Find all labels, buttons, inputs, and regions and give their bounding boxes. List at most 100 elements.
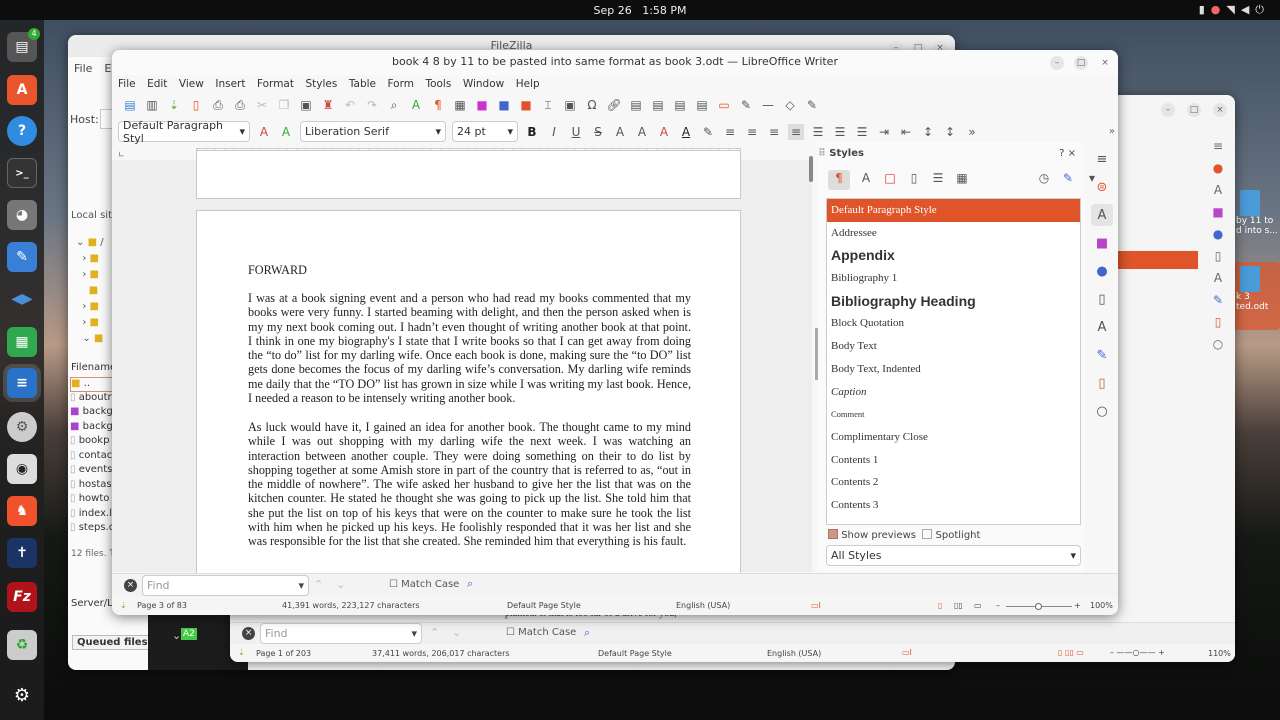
- menu-insert[interactable]: Insert: [215, 78, 245, 90]
- toolbar-overflow-icon[interactable]: »: [1109, 126, 1115, 137]
- export-pdf-icon[interactable]: ▯: [188, 97, 204, 113]
- menu-table[interactable]: Table: [349, 78, 376, 90]
- style-item[interactable]: Appendix: [827, 244, 1080, 267]
- paste-icon[interactable]: ▣: [298, 97, 314, 113]
- update-style-icon[interactable]: A: [256, 124, 272, 140]
- decrease-indent-icon[interactable]: ⇤: [898, 124, 914, 140]
- match-case-checkbox[interactable]: ☐ Match Case: [389, 579, 459, 590]
- minimize-button[interactable]: –: [1161, 103, 1175, 117]
- comment-icon[interactable]: ▭: [716, 97, 732, 113]
- style-item[interactable]: Contents 2: [827, 471, 1080, 494]
- style-item[interactable]: Contents 3: [827, 494, 1080, 517]
- underline-icon[interactable]: U: [568, 124, 584, 140]
- style-item[interactable]: Complimentary Close: [827, 426, 1080, 449]
- show-previews-checkbox[interactable]: Show previews: [828, 529, 916, 541]
- file-row[interactable]: ▯ howto: [70, 493, 114, 508]
- properties-icon[interactable]: ⊜: [1091, 176, 1113, 198]
- new-document-icon[interactable]: ▤: [122, 97, 138, 113]
- outline-icon[interactable]: ☰: [854, 124, 870, 140]
- open-icon[interactable]: ▥: [144, 97, 160, 113]
- sidebar-menu-icon[interactable]: ≡: [1091, 148, 1113, 170]
- gimp-icon[interactable]: ◕: [7, 200, 37, 230]
- find-next-icon[interactable]: ⌄: [336, 578, 345, 591]
- menu-view[interactable]: View: [179, 78, 204, 90]
- selection-mode-icon[interactable]: ▭I: [902, 648, 912, 657]
- menu-tools[interactable]: Tools: [425, 78, 451, 90]
- draw-functions-icon[interactable]: ✎: [804, 97, 820, 113]
- column-header-filename[interactable]: Filename: [71, 362, 116, 373]
- more-icon[interactable]: »: [964, 124, 980, 140]
- bible-app-icon[interactable]: ✝: [7, 538, 37, 568]
- track-changes-icon[interactable]: ✎: [738, 97, 754, 113]
- find-previous-icon[interactable]: ⌃: [314, 578, 323, 591]
- insert-table-icon[interactable]: ▦: [452, 97, 468, 113]
- style-item[interactable]: Contents 1: [827, 449, 1080, 472]
- find-next-icon[interactable]: ⌄: [452, 626, 461, 639]
- align-left-icon[interactable]: ≡: [722, 124, 738, 140]
- font-size-select[interactable]: 24 pt ▾: [452, 121, 518, 142]
- insert-textbox-icon[interactable]: ■: [518, 97, 534, 113]
- font-name-select[interactable]: Liberation Serif ▾: [300, 121, 446, 142]
- word-count[interactable]: 41,391 words, 223,127 characters: [282, 599, 420, 613]
- style-item[interactable]: Comment: [827, 403, 1080, 426]
- settings-icon[interactable]: ⚙: [7, 412, 37, 442]
- navigator-icon[interactable]: ●: [1091, 260, 1113, 282]
- new-style-icon[interactable]: A: [278, 124, 294, 140]
- find-replace-icon[interactable]: ⌕: [584, 626, 590, 640]
- paragraph-style-select[interactable]: Default Paragraph Styl ▾: [118, 119, 250, 145]
- basic-shapes-icon[interactable]: ◇: [782, 97, 798, 113]
- trash-icon[interactable]: ♻: [7, 630, 37, 660]
- manage-changes-icon[interactable]: ✎: [1091, 344, 1113, 366]
- table-styles-icon[interactable]: ▦: [954, 170, 970, 186]
- file-row[interactable]: ▯ bookp: [70, 435, 114, 450]
- style-item[interactable]: Bibliography 1: [827, 267, 1080, 290]
- maximize-button[interactable]: □: [1187, 103, 1201, 117]
- spotlight-checkbox[interactable]: Spotlight: [922, 529, 980, 541]
- justify-icon[interactable]: ≡: [788, 123, 804, 140]
- word-count[interactable]: 37,411 words, 206,017 characters: [372, 649, 510, 658]
- writer-icon[interactable]: ≡: [3, 364, 41, 402]
- zoom-in-button[interactable]: +: [1074, 599, 1081, 613]
- minimize-button[interactable]: –: [1050, 56, 1064, 70]
- bold-icon[interactable]: B: [524, 124, 540, 140]
- special-character-icon[interactable]: Ω: [584, 97, 600, 113]
- footnote-icon[interactable]: ▤: [628, 97, 644, 113]
- brave-icon[interactable]: ♞: [7, 496, 37, 526]
- find-sidebar-icon[interactable]: ○: [1091, 400, 1113, 422]
- menu-file[interactable]: File: [74, 62, 92, 75]
- page-style[interactable]: Default Page Style: [507, 599, 581, 613]
- copy-icon[interactable]: ❐: [276, 97, 292, 113]
- line-spacing-icon[interactable]: ↕: [920, 124, 936, 140]
- zoom-slider[interactable]: – ——○—— +: [1110, 648, 1165, 657]
- help-icon[interactable]: ?: [7, 116, 37, 146]
- file-row[interactable]: ■ backgr: [70, 421, 114, 436]
- find-input[interactable]: Find ▾: [142, 575, 309, 596]
- clock[interactable]: Sep 26 1:58 PM: [0, 4, 1280, 17]
- subscript-icon[interactable]: A: [634, 124, 650, 140]
- align-right-icon[interactable]: ≡: [766, 124, 782, 140]
- menu-edit[interactable]: Edit: [147, 78, 167, 90]
- file-row[interactable]: ▯ steps.c: [70, 522, 114, 537]
- app-store-icon[interactable]: A: [7, 75, 37, 105]
- desktop-file-icon[interactable]: by 11 to d into s...: [1236, 190, 1280, 250]
- page-break-icon[interactable]: ⌶: [540, 97, 556, 113]
- desktop-file-icon-selected[interactable]: k 3 ted.odt: [1232, 262, 1280, 330]
- spelling-icon[interactable]: A: [408, 97, 424, 113]
- zoom-out-button[interactable]: –: [996, 599, 1000, 613]
- insert-image-icon[interactable]: ■: [474, 97, 490, 113]
- style-item[interactable]: Block Quotation: [827, 312, 1080, 335]
- close-button[interactable]: ×: [1213, 103, 1227, 117]
- rhythmbox-icon[interactable]: ◉: [7, 454, 37, 484]
- match-case-checkbox[interactable]: ☐ Match Case: [506, 627, 576, 638]
- undo-icon[interactable]: ↶: [342, 97, 358, 113]
- increase-indent-icon[interactable]: ⇥: [876, 124, 892, 140]
- close-find-icon[interactable]: ×: [124, 579, 137, 592]
- numbering-icon[interactable]: ☰: [832, 124, 848, 140]
- zoom-level[interactable]: 110%: [1208, 649, 1231, 658]
- find-replace-icon[interactable]: ⌕: [386, 97, 402, 113]
- list-styles-icon[interactable]: ☰: [930, 170, 946, 186]
- bullets-icon[interactable]: ☰: [810, 124, 826, 140]
- single-page-view-icon[interactable]: ▯: [938, 599, 942, 613]
- style-item-selected[interactable]: Default Paragraph Style: [827, 199, 1080, 222]
- formatting-marks-icon[interactable]: ¶: [430, 97, 446, 113]
